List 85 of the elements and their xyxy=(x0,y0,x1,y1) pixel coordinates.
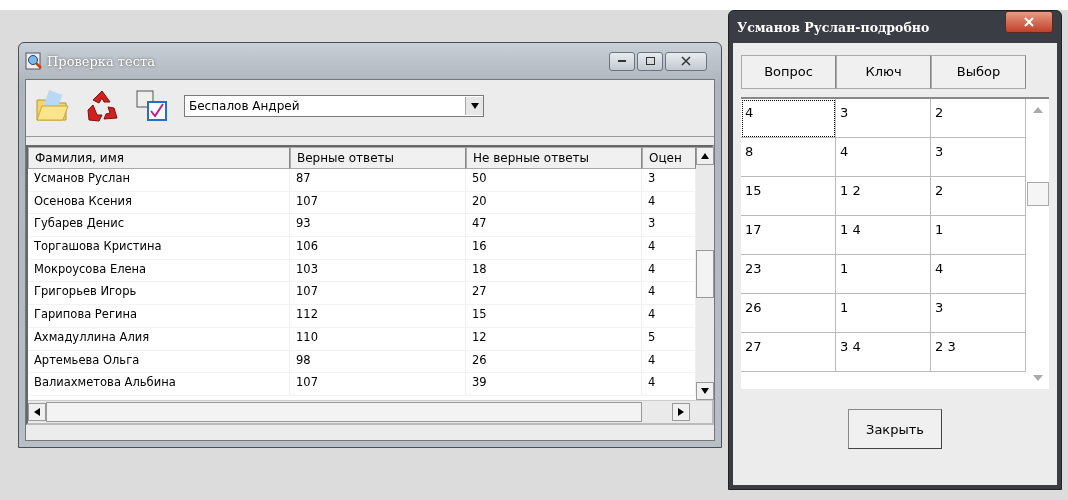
table-cell[interactable]: 1 2 xyxy=(836,177,931,216)
table-cell: Гарипова Регина xyxy=(28,305,290,327)
table-cell: 47 xyxy=(466,214,642,237)
table-cell: 107 xyxy=(290,373,466,395)
table-cell: Торгашова Кристина xyxy=(28,237,290,259)
column-header[interactable]: Ключ xyxy=(836,55,931,89)
student-dropdown[interactable]: Беспалов Андрей xyxy=(184,95,484,117)
column-header[interactable]: Вопрос xyxy=(741,55,836,89)
table-cell: 18 xyxy=(466,259,642,282)
table-cell: Губарев Денис xyxy=(28,214,290,237)
table-cell[interactable]: 15 xyxy=(741,177,836,216)
table-cell[interactable]: 8 xyxy=(741,138,836,177)
table-cell: 50 xyxy=(466,169,642,191)
table-cell: 27 xyxy=(466,282,642,305)
minimize-icon xyxy=(618,59,626,63)
table-cell[interactable]: 4 xyxy=(836,138,931,177)
table-cell: 98 xyxy=(290,350,466,373)
table-cell[interactable]: 4 xyxy=(931,255,1026,294)
table-cell[interactable]: 27 xyxy=(741,333,836,372)
close-button[interactable]: Закрыть xyxy=(848,409,942,449)
table-cell[interactable]: 3 xyxy=(931,294,1026,333)
column-header[interactable]: Оцен xyxy=(642,147,696,169)
table-cell: 39 xyxy=(466,373,642,395)
table-cell[interactable]: 1 xyxy=(931,216,1026,255)
table-cell: 12 xyxy=(466,327,642,350)
table-cell: 107 xyxy=(290,282,466,305)
table-cell: Осенова Ксения xyxy=(28,191,290,214)
close-button[interactable] xyxy=(1005,11,1053,33)
table-cell: 87 xyxy=(290,169,466,191)
table-cell: 15 xyxy=(466,305,642,327)
table-cell[interactable]: 23 xyxy=(741,255,836,294)
table-cell: Артемьева Ольга xyxy=(28,350,290,373)
table-cell[interactable]: 3 xyxy=(931,138,1026,177)
scroll-thumb[interactable] xyxy=(46,402,642,422)
table-cell[interactable]: 1 4 xyxy=(836,216,931,255)
table-cell[interactable]: 26 xyxy=(741,294,836,333)
table-cell[interactable]: 17 xyxy=(741,216,836,255)
column-header[interactable]: Фамилия, имя xyxy=(28,147,290,169)
table-cell: 110 xyxy=(290,327,466,350)
column-header[interactable]: Выбор xyxy=(931,55,1026,89)
magnifier-icon xyxy=(25,52,43,70)
table-cell[interactable]: 4 xyxy=(741,99,836,138)
vertical-scrollbar[interactable] xyxy=(696,147,714,400)
arrow-down-icon xyxy=(701,388,709,394)
scroll-thumb[interactable] xyxy=(696,249,714,298)
table-cell: 20 xyxy=(466,191,642,214)
close-icon xyxy=(681,56,691,66)
table-cell: Григорьев Игорь xyxy=(28,282,290,305)
table-cell: 112 xyxy=(290,305,466,327)
checkbox-icon[interactable] xyxy=(134,88,170,124)
table-cell[interactable]: 2 3 xyxy=(931,333,1026,372)
recycle-icon[interactable] xyxy=(84,88,120,124)
table-cell: 106 xyxy=(290,237,466,259)
table-cell: Валиахметова Альбина xyxy=(28,373,290,395)
horizontal-scrollbar[interactable] xyxy=(28,400,712,423)
table-cell: 107 xyxy=(290,191,466,214)
table-cell: Ахмадуллина Алия xyxy=(28,327,290,350)
arrow-right-icon xyxy=(678,408,684,416)
column-header[interactable]: Верные ответы xyxy=(290,147,466,169)
table-cell[interactable]: 2 xyxy=(931,177,1026,216)
close-icon xyxy=(1024,17,1034,27)
maximize-icon xyxy=(645,57,655,65)
table-cell[interactable]: 1 xyxy=(836,294,931,333)
table-cell[interactable]: 2 xyxy=(931,99,1026,138)
table-cell: 93 xyxy=(290,214,466,237)
table-cell: 26 xyxy=(466,350,642,373)
column-header[interactable]: Не верные ответы xyxy=(466,147,642,169)
arrow-up-icon[interactable] xyxy=(1032,107,1043,113)
window-title: Проверка теста xyxy=(47,53,156,69)
minimize-button[interactable] xyxy=(609,51,635,71)
arrow-down-icon[interactable] xyxy=(1032,375,1043,381)
window-title: Усманов Руслан-подробно xyxy=(736,19,930,35)
folder-icon[interactable] xyxy=(34,88,70,124)
table-cell: Мокроусова Елена xyxy=(28,259,290,282)
table-cell[interactable]: 3 xyxy=(836,99,931,138)
maximize-button[interactable] xyxy=(637,51,663,71)
table-cell[interactable]: 1 xyxy=(836,255,931,294)
arrow-left-icon xyxy=(34,408,40,416)
arrow-down-icon xyxy=(470,103,479,109)
table-cell: 103 xyxy=(290,259,466,282)
scroll-thumb[interactable] xyxy=(1026,182,1049,206)
arrow-up-icon xyxy=(701,153,709,159)
table-cell: Усманов Руслан xyxy=(28,169,290,191)
table-cell[interactable]: 3 4 xyxy=(836,333,931,372)
table-cell: 16 xyxy=(466,237,642,259)
